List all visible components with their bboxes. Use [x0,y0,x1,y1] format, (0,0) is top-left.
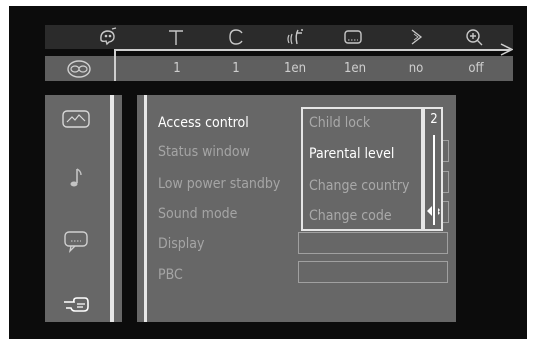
settings-divider [144,95,147,322]
arrow-right-icon [500,43,513,56]
left-menu [45,95,122,322]
option-change-country[interactable]: Change country [309,178,409,194]
option-child-lock[interactable]: Child lock [309,115,370,131]
level-slider-knob-icon[interactable] [427,205,441,217]
value-divider [114,51,116,81]
slow-motion-icon[interactable] [398,26,434,48]
angle-value: 1 [173,61,181,76]
subtitle-value: 1en [343,61,367,76]
display-value-field[interactable] [298,232,448,254]
menu-item-sound-mode[interactable]: Sound mode [158,206,237,222]
zoom-value: off [468,61,484,76]
picture-icon[interactable] [59,106,93,132]
pbc-value-field[interactable] [298,261,448,283]
access-control-submenu: Child lock Parental level Change country… [301,107,423,231]
option-parental-level[interactable]: Parental level [309,146,394,162]
chapter-icon[interactable] [218,26,254,48]
left-menu-divider [110,95,114,322]
option-change-code[interactable]: Change code [309,208,392,224]
camera-angle-icon[interactable] [90,26,126,48]
audio-value: 1en [283,61,307,76]
low-power-field-edge [443,171,449,193]
audio-language-icon[interactable] [277,26,313,48]
slow-value: no [408,61,424,76]
music-note-icon[interactable] [59,165,93,191]
menu-arrow-line [114,49,510,51]
parental-level-value: 2 [430,112,438,127]
speech-bubble-icon[interactable] [59,228,93,254]
hand-pointer-icon[interactable] [59,291,93,317]
status-window-field-edge [443,140,449,162]
top-icon-bar [45,25,513,49]
menu-item-status-window[interactable]: Status window [158,144,250,160]
subtitle-box-icon[interactable] [335,26,371,48]
subtitle-icon[interactable] [158,26,194,48]
zoom-icon[interactable] [457,26,493,48]
chapter-value: 1 [232,61,240,76]
menu-item-display[interactable]: Display [158,236,204,252]
disc-icon [65,58,93,80]
menu-item-low-power-standby[interactable]: Low power standby [158,176,280,192]
settings-panel: Access control Status window Low power s… [137,95,456,322]
parental-level-box[interactable]: 2 [423,107,443,231]
menu-item-pbc[interactable]: PBC [158,267,183,283]
sound-mode-field-edge [443,201,449,223]
menu-item-access-control[interactable]: Access control [158,115,249,131]
